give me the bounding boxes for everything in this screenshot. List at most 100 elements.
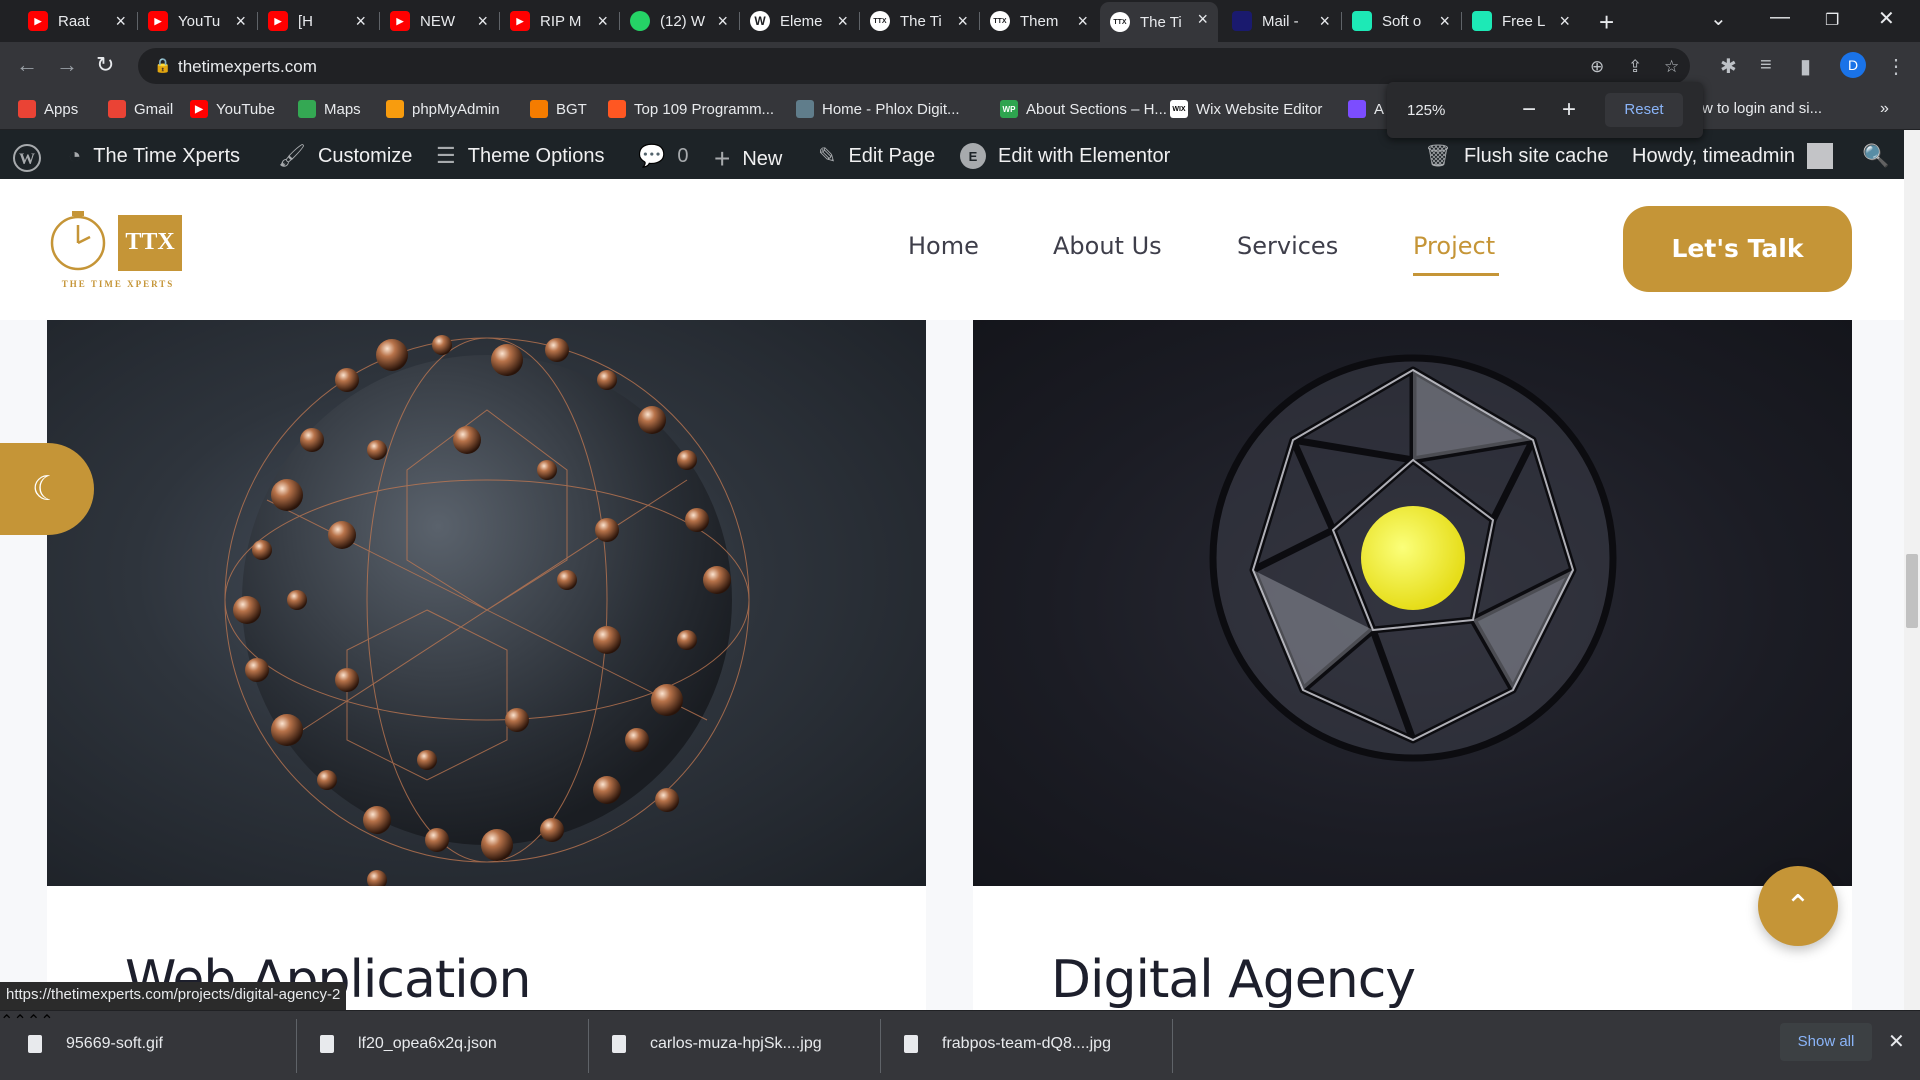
download-item[interactable]: carlos-muza-hpjSk....jpg (612, 1035, 822, 1053)
nav-project[interactable]: Project (1413, 232, 1495, 260)
scroll-to-top-button[interactable]: ⌃ (1758, 866, 1838, 946)
download-options-chevron-icon[interactable]: ⌃ (40, 1013, 53, 1030)
bookmark-item[interactable]: phpMyAdmin (386, 100, 500, 118)
nav-about-us[interactable]: About Us (1053, 232, 1162, 260)
bookmark-star-icon[interactable]: ☆ (1664, 57, 1679, 77)
bookmark-item[interactable]: Home - Phlox Digit... (796, 100, 960, 118)
bookmark-item[interactable]: Maps (298, 100, 361, 118)
zoom-icon[interactable]: ⊕ (1590, 57, 1604, 77)
browser-tab[interactable]: TTX The Ti × (1100, 2, 1218, 42)
tab-search-icon[interactable]: ⌄ (1710, 6, 1727, 31)
browser-tab[interactable]: ▶ Raat × (18, 4, 136, 38)
tab-close-icon[interactable]: × (1439, 12, 1450, 30)
download-item[interactable]: frabpos-team-dQ8....jpg (904, 1035, 1111, 1053)
wp-search-icon[interactable]: 🔍 (1862, 143, 1889, 169)
download-item[interactable]: 95669-soft.gif (28, 1035, 163, 1053)
bookmark-item[interactable]: A (1348, 100, 1384, 118)
tab-close-icon[interactable]: × (957, 12, 968, 30)
browser-tab[interactable]: Mail - × (1222, 4, 1340, 38)
bookmark-label: phpMyAdmin (412, 100, 500, 118)
tab-close-icon[interactable]: × (717, 12, 728, 30)
browser-tab[interactable]: Free L × (1462, 4, 1580, 38)
more-bookmarks-icon[interactable]: » (1880, 100, 1889, 118)
browser-tab[interactable]: Soft o × (1342, 4, 1460, 38)
card-title-digital-agency[interactable]: Digital Agency (1051, 950, 1416, 1010)
back-button[interactable]: ← (16, 52, 38, 78)
bookmark-item[interactable]: WP About Sections – H... (1000, 100, 1167, 118)
reload-button[interactable]: ↻ (96, 52, 114, 78)
wp-new[interactable]: + New (714, 143, 782, 175)
site-logo[interactable]: TTX THE TIME XPERTS (48, 207, 188, 291)
bookmark-item[interactable]: WIX Wix Website Editor (1170, 100, 1322, 118)
forward-button[interactable]: → (56, 52, 78, 78)
wp-flush-cache[interactable]: 🗑 Flush site cache (1424, 143, 1608, 169)
share-icon[interactable]: ⇪ (1628, 57, 1642, 77)
dark-mode-toggle[interactable]: ☾ (0, 443, 94, 535)
chrome-menu-icon[interactable]: ⋮ (1886, 54, 1906, 79)
tab-close-icon[interactable]: × (477, 12, 488, 30)
browser-tab[interactable]: ▶ YouTu × (138, 4, 256, 38)
restore-button[interactable]: ❐ (1825, 10, 1839, 30)
wp-comments[interactable]: 💬 0 (638, 143, 689, 169)
wp-theme-options[interactable]: ☰ Theme Options (436, 143, 604, 169)
tab-close-icon[interactable]: × (355, 12, 366, 30)
close-window-button[interactable]: ✕ (1878, 6, 1895, 31)
zoom-out-button[interactable]: − (1522, 96, 1536, 124)
tab-close-icon[interactable]: × (1559, 12, 1570, 30)
download-options-chevron-icon[interactable]: ⌃ (13, 1013, 26, 1030)
bookmark-item[interactable]: Apps (18, 100, 78, 118)
tab-close-icon[interactable]: × (235, 12, 246, 30)
address-bar[interactable]: 🔒 thetimexperts.com ⊕ ⇪ ☆ (138, 48, 1690, 84)
tab-close-icon[interactable]: × (115, 12, 126, 30)
project-image-digital-agency[interactable] (973, 320, 1852, 886)
close-download-shelf-icon[interactable]: ✕ (1888, 1029, 1905, 1054)
copper-ball (300, 428, 324, 452)
bookmark-item[interactable]: BGT (530, 100, 587, 118)
extensions-icon[interactable]: ✱ (1720, 54, 1737, 79)
wp-howdy[interactable]: Howdy, timeadmin (1632, 143, 1834, 169)
wordpress-logo-icon[interactable]: W (12, 143, 42, 173)
tab-close-icon[interactable]: × (597, 12, 608, 30)
wp-edit-page[interactable]: ✎ Edit Page (818, 143, 935, 169)
moon-icon: ☾ (31, 470, 63, 508)
browser-tab[interactable]: ▶ NEW × (380, 4, 498, 38)
url-text[interactable]: thetimexperts.com (178, 57, 317, 77)
browser-tab[interactable]: TTX The Ti × (860, 4, 978, 38)
bookmark-item[interactable]: Top 109 Programm... (608, 100, 774, 118)
download-options-chevron-icon[interactable]: ⌃ (0, 1013, 13, 1030)
project-image-web-application[interactable] (47, 320, 926, 886)
download-item[interactable]: lf20_opea6x2q.json (320, 1035, 497, 1053)
bookmark-label: Home - Phlox Digit... (822, 100, 960, 118)
browser-tab[interactable]: ▶ [H × (258, 4, 376, 38)
browser-tab[interactable]: ▶ RIP M × (500, 4, 618, 38)
browser-tab[interactable]: W Eleme × (740, 4, 858, 38)
tab-close-icon[interactable]: × (1319, 12, 1330, 30)
media-control-icon[interactable]: ≡ (1760, 54, 1772, 77)
bookmark-item[interactable]: ▶ YouTube (190, 100, 275, 118)
wp-customize[interactable]: 🖌 Customize (278, 143, 412, 169)
zoom-in-button[interactable]: + (1562, 96, 1576, 124)
browser-tab[interactable]: TTX Them × (980, 4, 1098, 38)
lets-talk-button[interactable]: Let's Talk (1623, 206, 1852, 292)
bookmark-item[interactable]: Gmail (108, 100, 173, 118)
tab-close-icon[interactable]: × (1077, 12, 1088, 30)
download-options-chevron-icon[interactable]: ⌃ (27, 1013, 40, 1030)
bookmark-item[interactable]: w to login and si... (1702, 100, 1822, 117)
download-separator (880, 1019, 881, 1073)
tab-close-icon[interactable]: × (1197, 10, 1208, 28)
nav-services[interactable]: Services (1237, 232, 1338, 260)
scrollbar-thumb[interactable] (1906, 554, 1918, 628)
zoom-level: 125% (1407, 102, 1446, 119)
show-all-downloads-button[interactable]: Show all (1780, 1023, 1872, 1061)
minimize-button[interactable]: — (1770, 6, 1790, 29)
browser-tab[interactable]: (12) W × (620, 4, 738, 38)
wp-site-name[interactable]: ◔ The Time Xperts (68, 143, 240, 169)
wp-edit-elementor[interactable]: E Edit with Elementor (960, 143, 1170, 169)
wix-icon: WIX (1170, 100, 1188, 118)
new-tab-button[interactable]: + (1599, 7, 1614, 38)
profile-avatar[interactable]: D (1840, 52, 1866, 78)
tab-close-icon[interactable]: × (837, 12, 848, 30)
zoom-reset-button[interactable]: Reset (1605, 93, 1683, 127)
side-panel-icon[interactable]: ▮ (1800, 54, 1811, 79)
nav-home[interactable]: Home (908, 232, 979, 260)
